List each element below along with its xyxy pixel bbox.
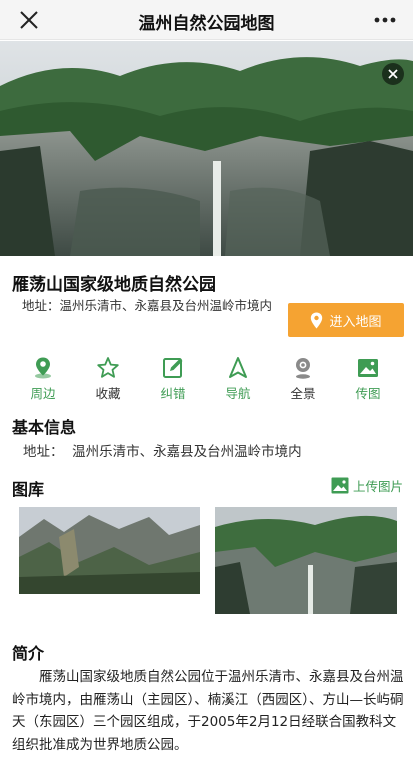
location-pin-icon (311, 312, 323, 328)
edit-icon (163, 358, 183, 378)
top-bar: 温州自然公园地图 (0, 0, 413, 40)
action-panorama[interactable]: 全景 (271, 356, 335, 402)
basic-info-address: 地址： 温州乐清市、永嘉县及台州温岭市境内 (23, 444, 302, 460)
basic-info-heading: 基本信息 (12, 418, 77, 437)
gallery-heading: 图库 (12, 480, 45, 499)
image-icon (331, 477, 349, 494)
action-navigate[interactable]: 导航 (206, 356, 270, 402)
enter-map-label: 进入地图 (329, 314, 382, 330)
hero-image (0, 41, 413, 256)
enter-map-button[interactable]: 进入地图 (288, 303, 404, 337)
gallery-photo[interactable] (215, 507, 397, 614)
hero-close-button[interactable] (382, 63, 404, 85)
location-pin-icon (35, 357, 51, 379)
panorama-camera-icon (296, 358, 310, 379)
gallery-photo[interactable] (19, 507, 200, 594)
action-nearby[interactable]: 周边 (11, 356, 75, 402)
intro-heading: 简介 (12, 644, 45, 663)
upload-photo-button[interactable]: 上传图片 (331, 476, 403, 495)
star-icon (97, 357, 119, 378)
intro-text: 雁荡山国家级地质自然公园位于温州乐清市、永嘉县及台州温岭市境内，由雁荡山（主园区… (12, 669, 404, 753)
upload-photo-label: 上传图片 (352, 479, 403, 494)
image-icon (358, 359, 378, 377)
page-title: 温州自然公园地图 (138, 14, 275, 34)
place-name: 雁荡山国家级地质自然公园 (12, 275, 216, 295)
action-correct[interactable]: 纠错 (141, 356, 205, 402)
navigation-arrow-icon (229, 357, 247, 378)
more-icon[interactable] (371, 8, 399, 32)
close-icon (388, 69, 398, 79)
action-favorite[interactable]: 收藏 (76, 356, 140, 402)
action-upload-photo[interactable]: 传图 (336, 356, 400, 402)
action-bar: 周边 收藏 纠错 导航 全景 传图 (0, 356, 413, 406)
place-address: 地址：温州乐清市、永嘉县及台州温岭市境内 (22, 298, 273, 313)
